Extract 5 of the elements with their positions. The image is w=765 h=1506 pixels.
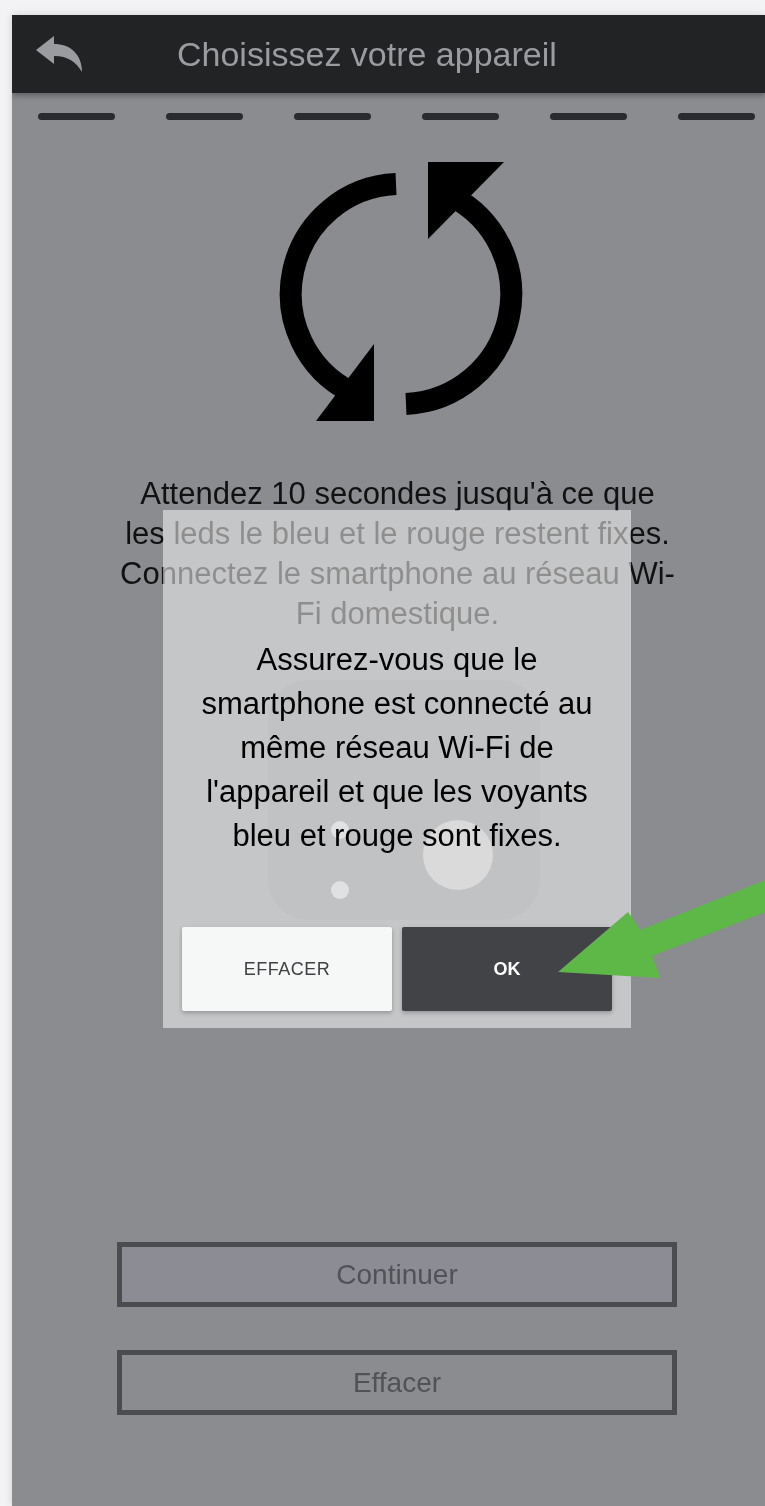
back-icon[interactable] xyxy=(34,34,84,74)
screen-title: Choisissez votre appareil xyxy=(177,34,557,74)
dialog-button[interactable]: EFFACER xyxy=(182,927,392,1011)
dialog-message: Assurez-vous que le smartphone est connecté au même réseau Wi-Fi de l'appareil et que les voyants bleu et rouge sont fixes. xyxy=(200,641,594,855)
dialog-button[interactable]: OK xyxy=(402,927,612,1011)
